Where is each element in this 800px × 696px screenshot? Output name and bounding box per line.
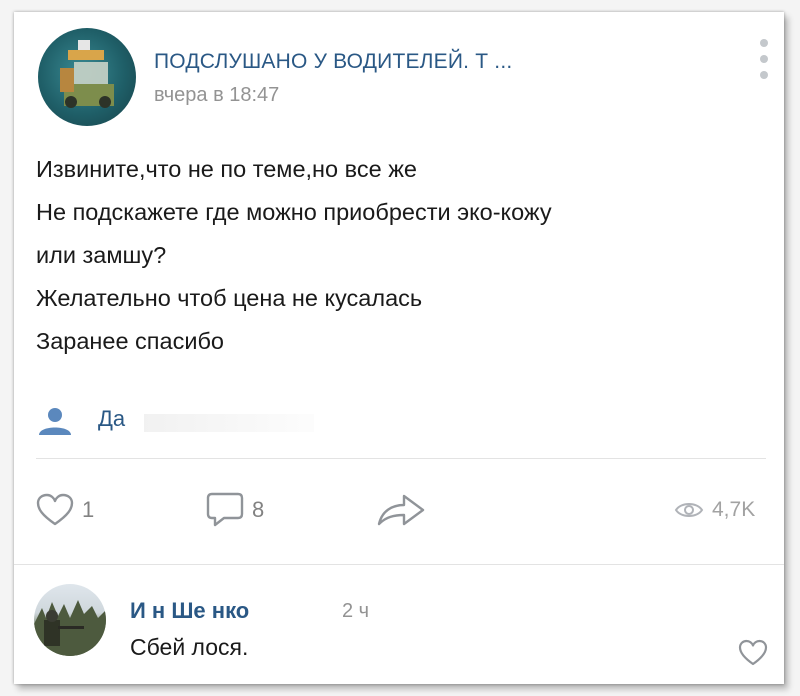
comment-timestamp: 2 ч <box>342 600 370 622</box>
post-line: или замшу? <box>36 242 167 268</box>
views-counter: 4,7K <box>674 490 755 530</box>
post-line: Не подскажете где можно приобрести эко-к… <box>36 199 552 225</box>
comment-button[interactable]: 8 <box>206 490 264 530</box>
post-text: Извините,что не по теме,но все же Не под… <box>36 148 776 363</box>
like-button[interactable]: 1 <box>36 490 94 530</box>
share-button[interactable] <box>376 490 426 530</box>
post-line: Желательно чтоб цена не кусалась <box>36 285 423 311</box>
person-icon <box>39 408 71 435</box>
heart-icon <box>36 493 74 526</box>
share-icon <box>377 494 425 526</box>
eye-icon <box>674 503 704 517</box>
post-timestamp[interactable]: вчера в 18:47 <box>154 84 279 107</box>
divider <box>36 458 766 459</box>
post-card: ПОДСЛУШАНО У ВОДИТЕЛЕЙ. Т ... вчера в 18… <box>14 12 784 684</box>
views-count: 4,7K <box>712 498 756 521</box>
group-avatar[interactable] <box>38 28 136 126</box>
post-author-name[interactable]: Да <box>98 406 125 432</box>
group-title[interactable]: ПОДСЛУШАНО У ВОДИТЕЛЕЙ. Т ... <box>154 50 512 74</box>
post-author-row[interactable]: Да <box>36 400 336 440</box>
post-line: Извините,что не по теме,но все же <box>36 156 417 182</box>
comment-author[interactable]: И н Ше нко <box>130 598 249 624</box>
heart-icon[interactable] <box>738 639 768 667</box>
commenter-avatar[interactable] <box>34 584 106 656</box>
comment-text: Сбей лося. <box>130 634 249 660</box>
comment-icon <box>206 492 244 527</box>
divider <box>14 564 784 565</box>
blurred-region <box>144 414 314 432</box>
post-line: Заранее спасибо <box>36 328 224 354</box>
like-count: 1 <box>82 497 95 522</box>
more-vertical-icon[interactable] <box>756 36 772 82</box>
comment-count: 8 <box>252 497 265 522</box>
